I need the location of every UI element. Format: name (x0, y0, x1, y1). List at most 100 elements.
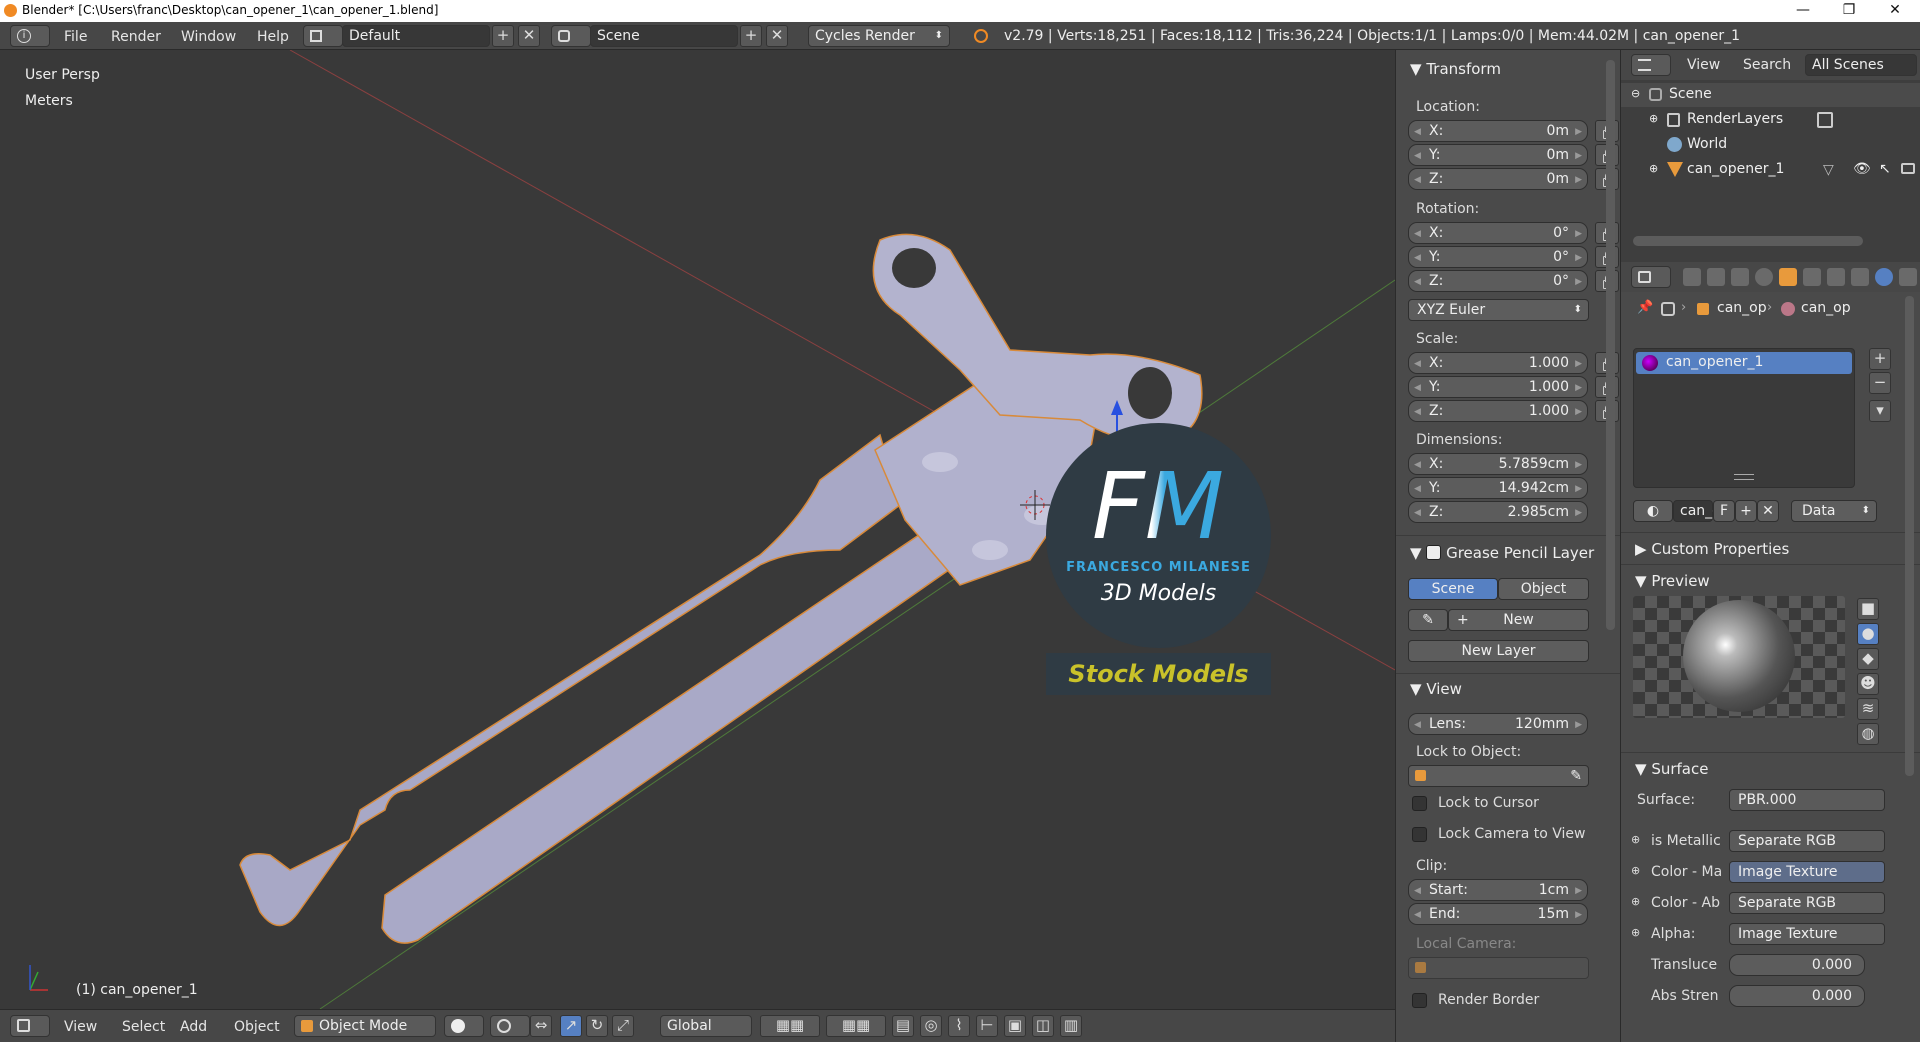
menu-help[interactable]: Help (257, 29, 289, 45)
add-screen-icon[interactable]: + (492, 25, 514, 47)
mesh-data-icon[interactable]: ▽ (1823, 162, 1834, 178)
outliner-menu-search[interactable]: Search (1743, 57, 1791, 73)
location-y-field[interactable]: ◀ Y: 0m ▶ (1408, 144, 1588, 166)
add-material-icon[interactable]: + (1735, 500, 1757, 522)
rotation-x-field[interactable]: ◀ X: 0° ▶ (1408, 222, 1588, 244)
rotation-mode-dropdown[interactable]: XYZ Euler ⬍ (1408, 299, 1589, 321)
preview-monkey-icon[interactable]: ☻ (1857, 673, 1879, 695)
local-camera-field[interactable] (1408, 957, 1589, 979)
lock-camera-checkbox[interactable] (1412, 827, 1427, 842)
close-button[interactable]: ✕ (1872, 0, 1918, 22)
scene-tab-icon[interactable] (1731, 268, 1749, 286)
dimension-z-field[interactable]: ◀ Z: 2.985cm ▶ (1408, 501, 1588, 523)
preview-hair-icon[interactable]: ≋ (1857, 698, 1879, 720)
is-metallic-input[interactable]: Separate RGB (1729, 830, 1885, 852)
3d-viewport[interactable]: User Persp Meters (1) can_opener_1 FM FR… (0, 50, 1395, 1009)
properties-scrollbar[interactable] (1905, 296, 1914, 776)
menu-file[interactable]: File (64, 29, 87, 45)
outliner-hscrollbar[interactable] (1633, 236, 1863, 246)
menu-add[interactable]: Add (180, 1019, 207, 1035)
preview-panel[interactable]: ▼ Preview (1635, 572, 1710, 590)
lens-field[interactable]: ◀ Lens: 120mm ▶ (1408, 713, 1588, 735)
pin-icon[interactable]: 📌 (1637, 300, 1653, 315)
add-slot-icon[interactable]: + (1869, 348, 1891, 370)
renderable-camera-icon[interactable] (1901, 163, 1915, 174)
remove-scene-icon[interactable]: ✕ (766, 25, 788, 47)
maximize-button[interactable]: ❐ (1826, 0, 1872, 22)
editor-type-info[interactable]: i (10, 25, 50, 47)
expand-socket-icon[interactable]: ⊕ (1631, 833, 1640, 846)
outliner-row-world[interactable]: World (1621, 133, 1920, 157)
properties-editor-type[interactable] (1631, 266, 1671, 288)
remove-slot-icon[interactable]: − (1869, 372, 1891, 394)
render-border-checkbox[interactable] (1412, 993, 1427, 1008)
shading-dropdown[interactable] (444, 1015, 484, 1037)
outliner-row-scene[interactable]: ⊖ Scene (1621, 83, 1920, 107)
opengl-render-icon[interactable]: ▣ (1004, 1015, 1026, 1037)
material-slot-row[interactable]: can_opener_1 (1636, 352, 1852, 374)
scale-y-field[interactable]: ◀ Y: 1.000 ▶ (1408, 376, 1588, 398)
render-anim-icon[interactable]: ▥ (1060, 1015, 1082, 1037)
render-tab-icon[interactable] (1683, 268, 1701, 286)
grease-pencil-brush-icon[interactable]: ✎ (1408, 609, 1448, 631)
snap-toggle-icon[interactable]: ⌇ (948, 1015, 970, 1037)
scene-selector[interactable] (551, 25, 591, 47)
abs-strength-slider[interactable]: 0.000 (1729, 985, 1865, 1007)
rotation-y-field[interactable]: ◀ Y: 0° ▶ (1408, 246, 1588, 268)
grease-pencil-scene-tab[interactable]: Scene (1408, 578, 1498, 600)
layers-grid-1-icon[interactable]: ▦▦ (760, 1015, 820, 1037)
color-ab-input[interactable]: Separate RGB (1729, 892, 1885, 914)
selectable-cursor-icon[interactable]: ↖ (1879, 161, 1891, 177)
lock-layers-icon[interactable]: ▤ (892, 1015, 914, 1037)
sidebar-scrollbar[interactable] (1606, 60, 1615, 630)
link-mode-dropdown[interactable]: Data ⬍ (1791, 500, 1877, 522)
screen-layout-field[interactable]: Default (342, 25, 490, 47)
scale-manipulator-icon[interactable]: ⤢ (612, 1015, 634, 1037)
clip-end-field[interactable]: ◀ End: 15m ▶ (1408, 903, 1588, 925)
menu-select[interactable]: Select (122, 1019, 165, 1035)
render-layer-toggle-icon[interactable] (1817, 112, 1833, 128)
visibility-eye-icon[interactable]: 👁 (1853, 161, 1871, 177)
grease-pencil-checkbox[interactable] (1426, 545, 1442, 560)
grease-pencil-object-tab[interactable]: Object (1498, 578, 1589, 600)
menu-render[interactable]: Render (111, 29, 161, 45)
location-x-field[interactable]: ◀ X: 0m ▶ (1408, 120, 1588, 142)
dimension-x-field[interactable]: ◀ X: 5.7859cm ▶ (1408, 453, 1588, 475)
outliner-editor-type[interactable] (1631, 54, 1671, 76)
lock-to-object-field[interactable]: ✎ (1408, 765, 1589, 787)
screen-layout-selector[interactable] (303, 25, 343, 47)
outliner-menu-view[interactable]: View (1687, 57, 1720, 73)
unlink-material-icon[interactable]: ✕ (1757, 500, 1779, 522)
world-tab-icon[interactable] (1755, 268, 1773, 286)
render-engine-dropdown[interactable]: Cycles Render ⬍ (808, 25, 950, 47)
color-ma-input[interactable]: Image Texture (1729, 861, 1885, 883)
preview-cube-icon[interactable]: ◆ (1857, 648, 1879, 670)
scale-z-field[interactable]: ◀ Z: 1.000 ▶ (1408, 400, 1588, 422)
rotate-manipulator-icon[interactable]: ↻ (586, 1015, 608, 1037)
mode-dropdown[interactable]: Object Mode (294, 1015, 436, 1037)
constraints-tab-icon[interactable] (1803, 268, 1821, 286)
outliner-row-can-opener[interactable]: ⊕ can_opener_1 ▽ 👁 ↖ (1621, 158, 1920, 182)
alpha-input[interactable]: Image Texture (1729, 923, 1885, 945)
remove-screen-icon[interactable]: ✕ (518, 25, 540, 47)
menu-object[interactable]: Object (234, 1019, 280, 1035)
scale-x-field[interactable]: ◀ X: 1.000 ▶ (1408, 352, 1588, 374)
outliner-filter-dropdown[interactable]: All Scenes (1805, 54, 1917, 76)
new-layer-button[interactable]: New Layer (1408, 640, 1589, 662)
grease-pencil-new-button[interactable]: + New (1448, 609, 1589, 631)
modifiers-tab-icon[interactable] (1827, 268, 1845, 286)
editor-type-3dview[interactable] (10, 1015, 50, 1037)
orientation-dropdown[interactable]: Global (660, 1015, 752, 1037)
renderlayer-tab-icon[interactable] (1707, 268, 1725, 286)
expand-socket-icon[interactable]: ⊕ (1631, 926, 1640, 939)
transform-panel-title[interactable]: ▼ Transform (1410, 60, 1501, 78)
material-datablock-field[interactable]: can_o (1673, 500, 1721, 522)
lock-to-cursor-checkbox[interactable] (1412, 796, 1427, 811)
data-tab-icon[interactable] (1851, 268, 1869, 286)
grease-pencil-panel-title[interactable]: ▼ Grease Pencil Layer (1410, 543, 1594, 562)
snap-element-icon[interactable]: ⊢ (976, 1015, 998, 1037)
expand-socket-icon[interactable]: ⊕ (1631, 864, 1640, 877)
rotation-z-field[interactable]: ◀ Z: 0° ▶ (1408, 270, 1588, 292)
view-panel-title[interactable]: ▼ View (1410, 680, 1462, 698)
proportional-edit-icon[interactable]: ◎ (920, 1015, 942, 1037)
